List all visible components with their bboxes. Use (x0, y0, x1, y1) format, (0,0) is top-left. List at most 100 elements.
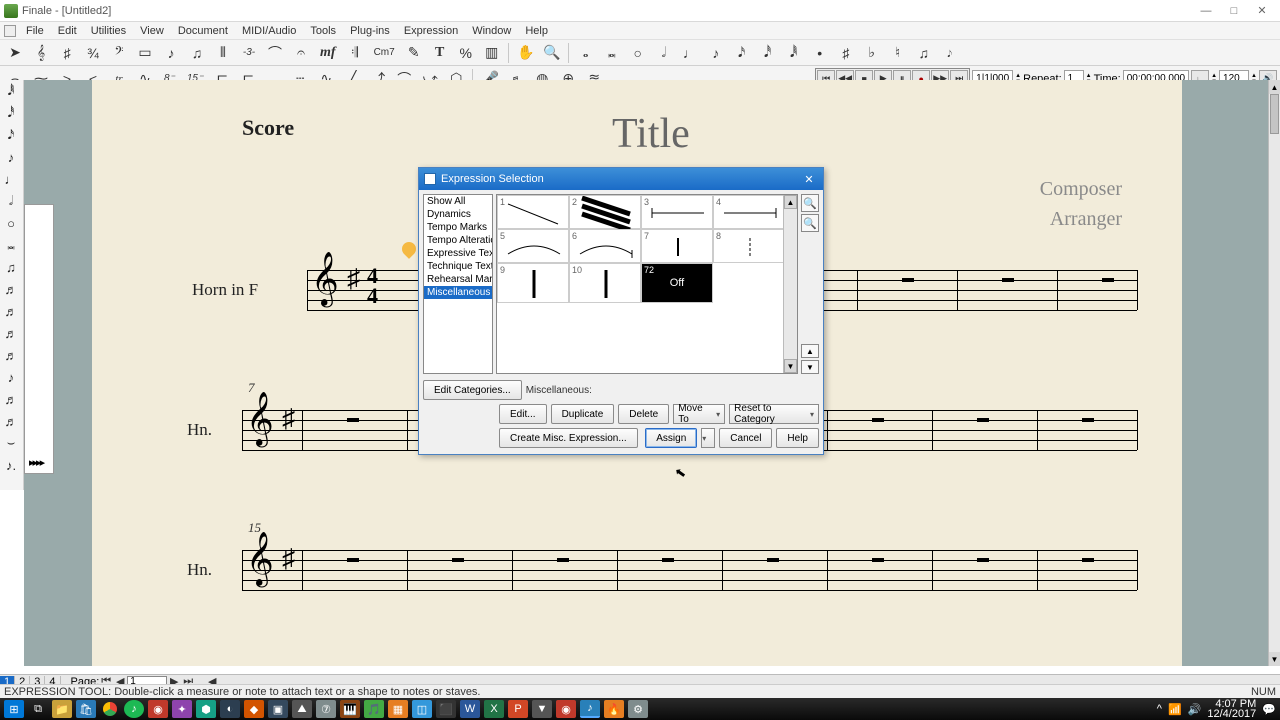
app-icon-6[interactable]: ▣ (268, 700, 288, 718)
menu-file[interactable]: File (19, 23, 51, 39)
edit-button[interactable]: Edit... (499, 404, 547, 424)
zoom-tool-icon[interactable]: 🔍 (540, 42, 564, 64)
menu-help[interactable]: Help (518, 23, 555, 39)
category-item[interactable]: Tempo Alterations (424, 234, 492, 247)
palette-dot2-icon[interactable]: ♪. (0, 454, 22, 476)
app-icon-1[interactable]: ◉ (148, 700, 168, 718)
explorer-icon[interactable]: 📁 (52, 700, 72, 718)
store-icon[interactable]: 🛍 (76, 700, 96, 718)
app-icon-10[interactable]: 🎵 (364, 700, 384, 718)
spin-down-button[interactable]: ▼ (801, 360, 819, 374)
clef-tool-icon[interactable]: 𝄢 (107, 42, 131, 64)
hand-tool-icon[interactable]: ✋ (514, 42, 538, 64)
palette-beam4-icon[interactable]: ♬ (0, 322, 22, 344)
chrome-icon[interactable] (100, 700, 120, 718)
grace-icon[interactable]: 𝆕 (938, 42, 962, 64)
task-view-icon[interactable]: ⧉ (28, 700, 48, 718)
score-title[interactable]: Title (612, 110, 690, 158)
smartshape-icon[interactable]: ⌒ (263, 42, 287, 64)
menu-view[interactable]: View (133, 23, 171, 39)
tray-volume-icon[interactable]: 🔊 (1188, 703, 1202, 716)
text-tool-icon[interactable]: T (428, 42, 452, 64)
page-layout-icon[interactable]: ▥ (480, 42, 504, 64)
app-icon-2[interactable]: ✦ (172, 700, 192, 718)
palette-64th-icon[interactable]: 𝅘𝅥𝅱 (0, 80, 22, 102)
zoom-out-button[interactable]: 🔍 (801, 214, 819, 232)
palette-beam5-icon[interactable]: ♬ (0, 344, 22, 366)
grid-scrollbar[interactable]: ▲ ▼ (783, 195, 797, 373)
palette-rest-icon[interactable]: ♬ (0, 388, 22, 410)
app-icon-15[interactable]: ◉ (556, 700, 576, 718)
key-tool-icon[interactable]: ♯ (55, 42, 79, 64)
minimize-button[interactable]: — (1192, 2, 1220, 20)
app-icon-16[interactable]: 🔥 (604, 700, 624, 718)
category-item[interactable]: Tempo Marks (424, 221, 492, 234)
category-item[interactable]: Show All (424, 195, 492, 208)
powerpoint-icon[interactable]: P (508, 700, 528, 718)
palette-tie-icon[interactable]: ⌣ (0, 432, 22, 454)
whole-note-icon[interactable]: 𝅝 (574, 42, 598, 64)
assign-dropdown[interactable] (701, 428, 715, 448)
expression-cell[interactable]: 7 (641, 229, 713, 263)
spotify-icon[interactable]: ♪ (124, 700, 144, 718)
app-icon-12[interactable]: ◫ (412, 700, 432, 718)
menu-expression[interactable]: Expression (397, 23, 465, 39)
move-to-combo[interactable]: Move To (673, 404, 725, 424)
palette-32nd-icon[interactable]: 𝅘𝅥𝅰 (0, 102, 22, 124)
lyric-tool-icon[interactable]: ✎ (402, 42, 426, 64)
score-arranger[interactable]: Arranger (1050, 208, 1122, 231)
half-note-icon[interactable]: 𝅗𝅥 (652, 42, 676, 64)
reset-combo[interactable]: Reset to Category (729, 404, 819, 424)
expression-cell[interactable]: 2 (569, 195, 641, 229)
category-item[interactable]: Dynamics (424, 208, 492, 221)
app-icon-5[interactable]: ◆ (244, 700, 264, 718)
menu-midi[interactable]: MIDI/Audio (235, 23, 303, 39)
sixtyfourth-icon[interactable]: 𝅘𝅥𝅱 (782, 42, 806, 64)
scroll-down-icon[interactable]: ▼ (1269, 652, 1280, 666)
category-item[interactable]: Technique Text (424, 260, 492, 273)
menu-edit[interactable]: Edit (51, 23, 84, 39)
assign-button[interactable]: Assign (645, 428, 697, 448)
category-item-selected[interactable]: Miscellaneous (424, 286, 492, 299)
category-item[interactable]: Expressive Text (424, 247, 492, 260)
palette-quarter-icon[interactable]: ♩ (0, 168, 22, 190)
tray-network-icon[interactable]: 📶 (1168, 703, 1182, 716)
app-icon-17[interactable]: ⚙ (628, 700, 648, 718)
expression-cell[interactable]: 9 (497, 263, 569, 303)
tray-chevron-icon[interactable]: ^ (1157, 703, 1162, 715)
help-button[interactable]: Help (776, 428, 819, 448)
palette-beam2-icon[interactable]: ♬ (0, 278, 22, 300)
dialog-close-button[interactable]: ✕ (800, 173, 818, 186)
finale-taskbar-icon[interactable]: ♪ (580, 700, 600, 718)
page-thumbnail[interactable]: ▸▸▸▸ (24, 204, 54, 474)
expression-cell[interactable]: 3 (641, 195, 713, 229)
time-tool-icon[interactable]: ¾ (81, 42, 105, 64)
note-tool-icon[interactable]: ♪ (159, 42, 183, 64)
expression-grid[interactable]: 1 2 3 4 5 6 7 8 9 10 72Off ▲ ▼ (496, 194, 798, 374)
category-item[interactable]: Rehearsal Marks (424, 273, 492, 286)
app-icon-14[interactable]: ▼ (532, 700, 552, 718)
staff-system-3[interactable]: 𝄞 ♯ (242, 550, 1137, 590)
app-icon-11[interactable]: ▦ (388, 700, 408, 718)
menu-window[interactable]: Window (465, 23, 518, 39)
palette-beam3-icon[interactable]: ♬ (0, 300, 22, 322)
spin-up-button[interactable]: ▲ (801, 344, 819, 358)
maximize-button[interactable]: □ (1220, 2, 1248, 20)
tuplet-tool-icon[interactable]: -3- (237, 42, 261, 64)
edit-categories-button[interactable]: Edit Categories... (423, 380, 522, 400)
tray-clock[interactable]: 4:07 PM 12/4/2017 (1207, 699, 1256, 719)
create-expression-button[interactable]: Create Misc. Expression... (499, 428, 638, 448)
expression-cell[interactable]: 6 (569, 229, 641, 263)
repeat-tool-icon[interactable]: 𝄇 (343, 42, 367, 64)
whole-icon[interactable]: ○ (626, 42, 650, 64)
menu-plugins[interactable]: Plug-ins (343, 23, 397, 39)
vertical-scrollbar[interactable]: ▲ ▼ (1268, 80, 1280, 666)
expression-cell[interactable]: 8 (713, 229, 785, 263)
speedy-tool-icon[interactable]: ♫ (185, 42, 209, 64)
dot-icon[interactable]: • (808, 42, 832, 64)
expression-marker-icon[interactable] (399, 239, 419, 259)
expression-tool-icon[interactable]: mf (315, 42, 341, 64)
double-whole-icon[interactable]: 𝅜 (600, 42, 624, 64)
palette-whole-icon[interactable]: ○ (0, 212, 22, 234)
duplicate-button[interactable]: Duplicate (551, 404, 615, 424)
